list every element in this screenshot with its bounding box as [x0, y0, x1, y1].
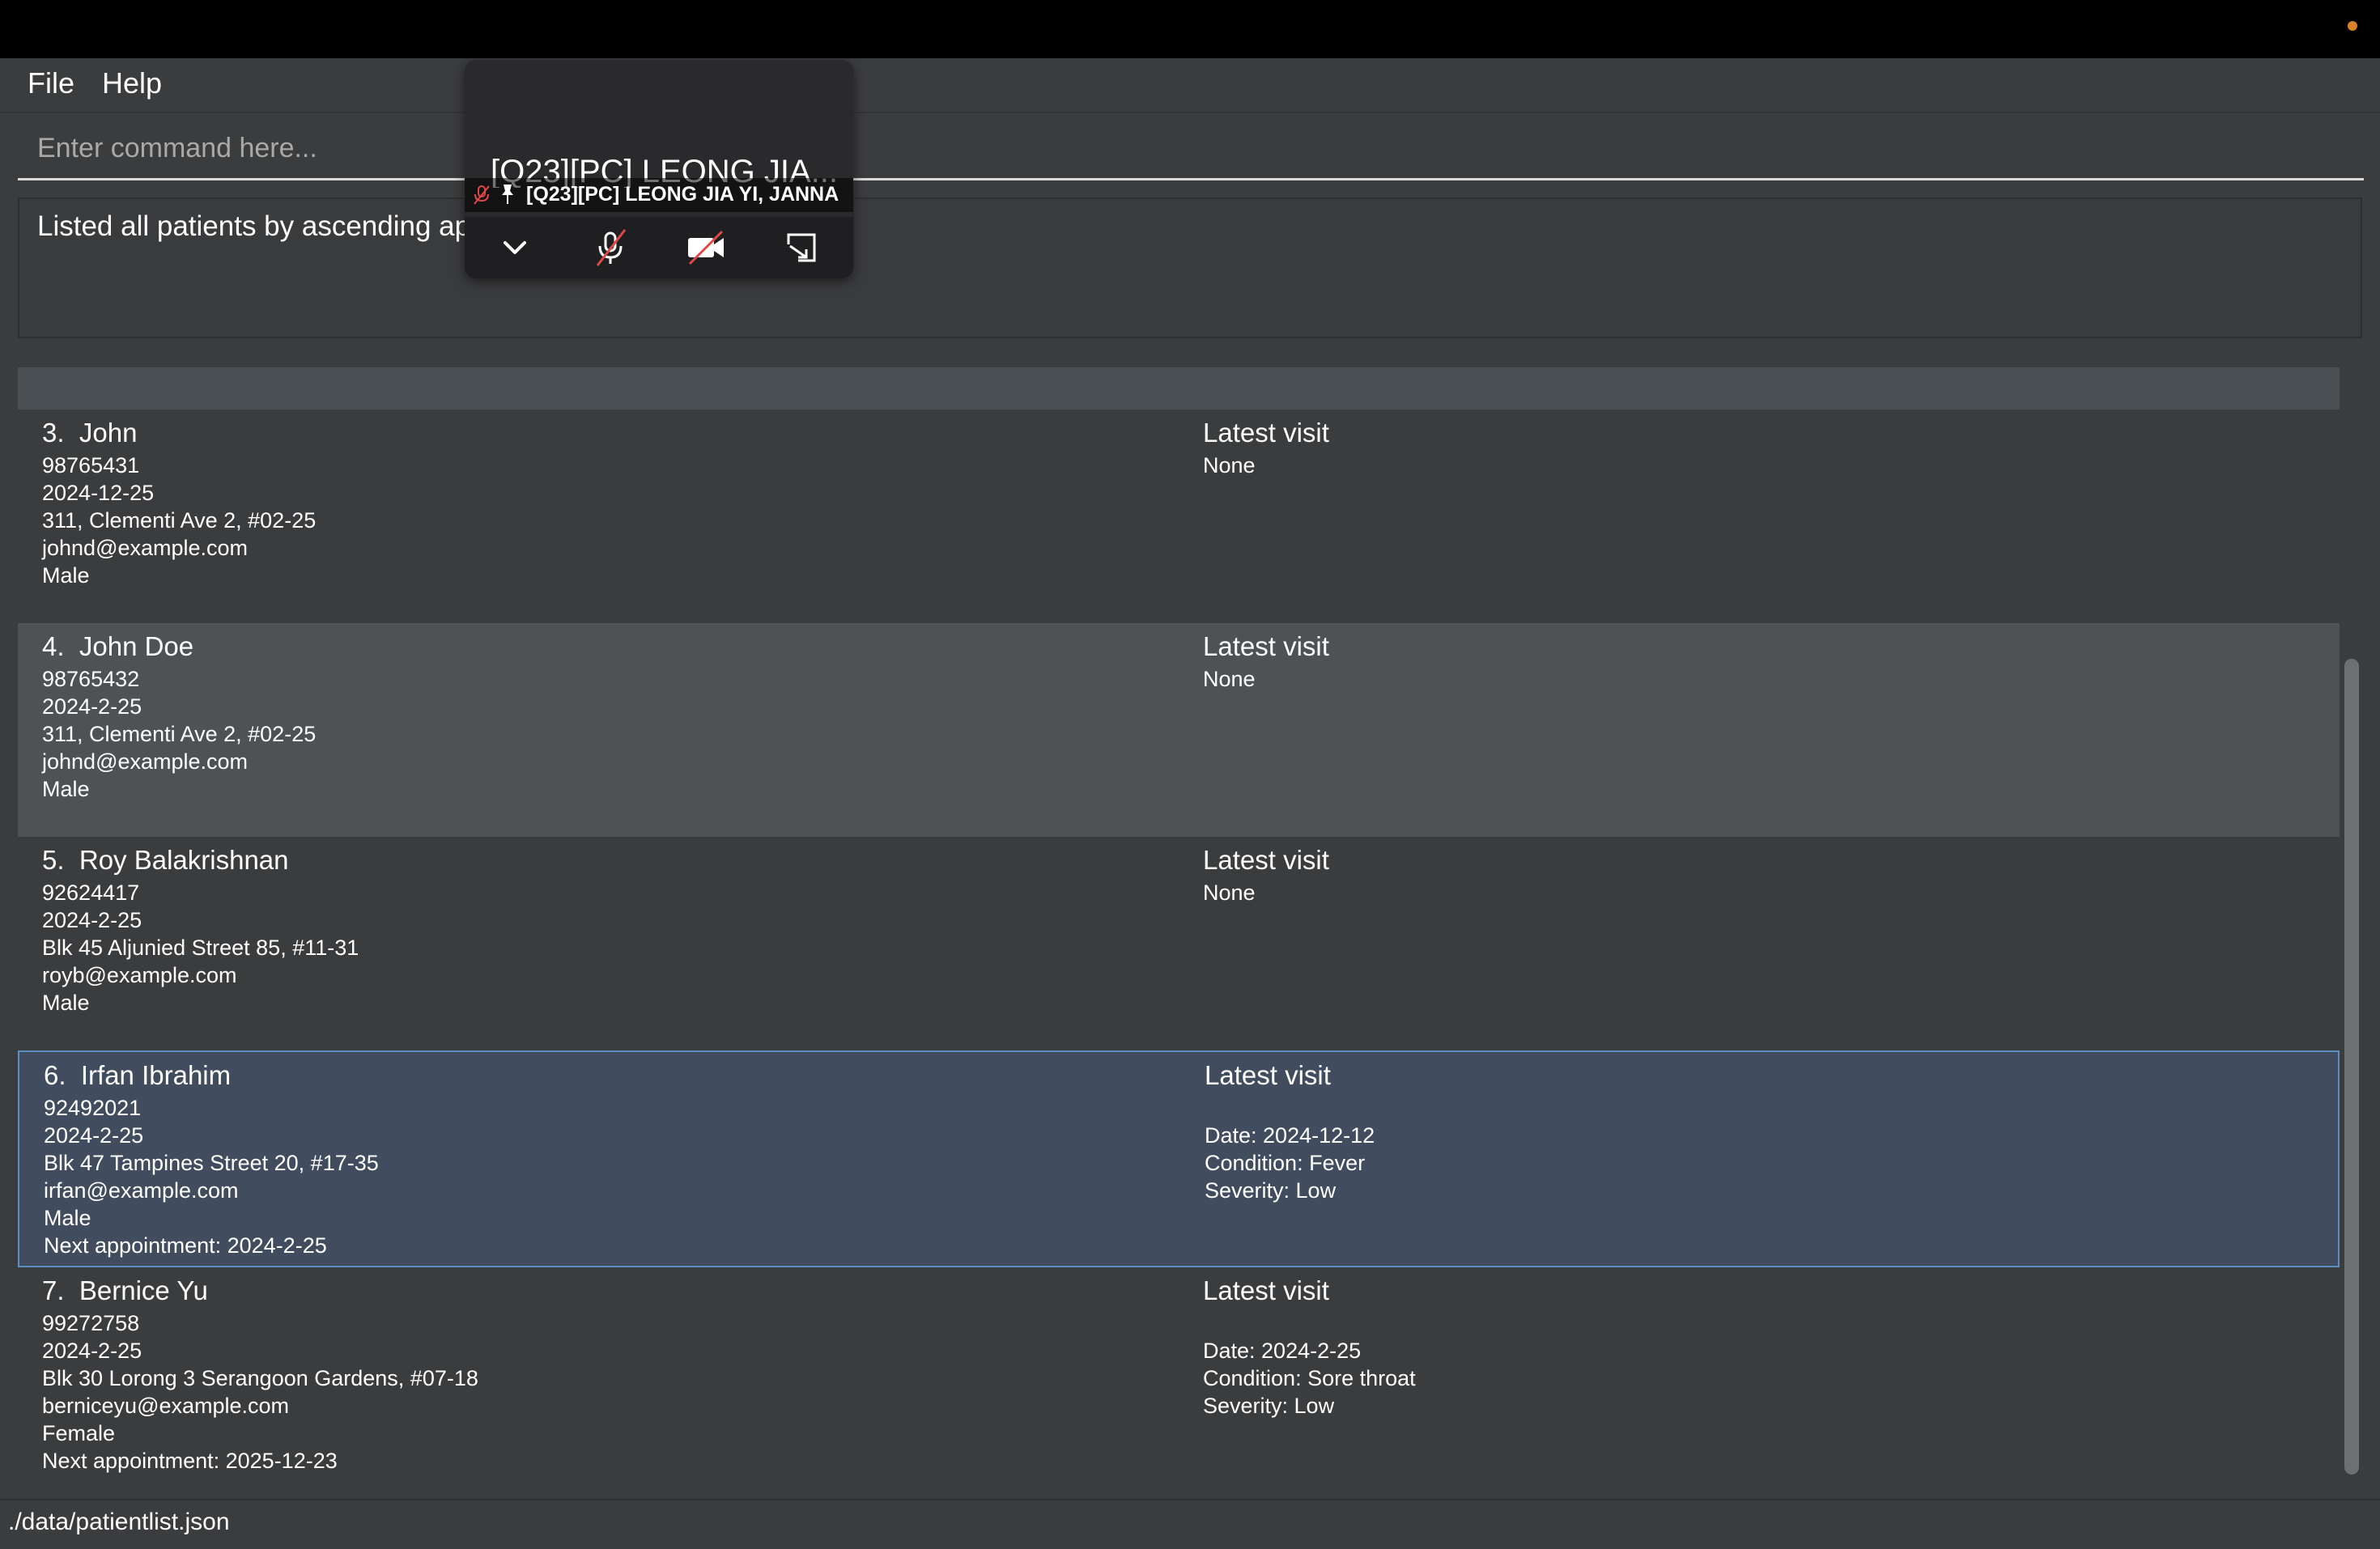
list-scrollbar-thumb[interactable] [2344, 659, 2359, 1475]
patient-name: 7. Bernice Yu [42, 1275, 208, 1305]
latest-visit-value: None [1203, 453, 1256, 477]
patient-gender: Male [44, 1206, 91, 1230]
data-file-path: ./data/patientlist.json [8, 1509, 230, 1535]
latest-visit-title: Latest visit [1203, 1275, 1329, 1305]
patient-email: irfan@example.com [44, 1178, 239, 1203]
visit-condition: Condition: Sore throat [1203, 1366, 1416, 1390]
patient-gender: Female [42, 1421, 116, 1445]
patient-name: 5. Roy Balakrishnan [42, 845, 289, 875]
visit-severity: Severity: Low [1203, 1394, 1335, 1418]
patient-date: 2024-2-25 [42, 694, 142, 719]
patient-phone: 92492021 [44, 1096, 142, 1120]
command-box [18, 121, 2364, 180]
status-dot [2348, 21, 2357, 31]
patient-name: 6. Irfan Ibrahim [44, 1060, 232, 1090]
system-top-bar [0, 0, 2380, 58]
chevron-down-icon[interactable] [494, 227, 536, 269]
patient-gender: Male [42, 991, 90, 1015]
patient-name: 3. John [42, 418, 138, 448]
patient-address: Blk 47 Tampines Street 20, #17-35 [44, 1151, 379, 1175]
latest-visit-title: Latest visit [1203, 845, 1329, 875]
patient-card[interactable]: 5. Roy Balakrishnan 92624417 2024-2-25 B… [18, 837, 2340, 1050]
result-text: Listed all patients by ascending appo [37, 210, 503, 242]
call-controls [465, 217, 853, 278]
menu-help[interactable]: Help [102, 66, 162, 100]
patient-phone: 92624417 [42, 881, 140, 905]
menu-file[interactable]: File [28, 66, 74, 100]
patient-gender: Male [42, 563, 90, 588]
participant-bar: [Q23][PC] LEONG JIA YI, JANNA [465, 178, 853, 212]
patient-email: johnd@example.com [42, 749, 249, 774]
pin-icon [499, 183, 516, 210]
patient-phone: 98765432 [42, 667, 140, 691]
latest-visit-value: None [1203, 881, 1256, 905]
patient-appointment: Next appointment: 2025-12-23 [42, 1449, 338, 1473]
patient-name: 4. John Doe [42, 631, 194, 661]
mic-off-icon[interactable] [589, 227, 631, 269]
visit-condition: Condition: Fever [1205, 1151, 1366, 1175]
visit-date: Date: 2024-12-12 [1205, 1123, 1375, 1148]
patient-phone: 98765431 [42, 453, 140, 477]
menu-bar: File Help [0, 58, 2380, 113]
patient-card[interactable]: 7. Bernice Yu 99272758 2024-2-25 Blk 30 … [18, 1267, 2340, 1481]
expand-icon[interactable] [780, 227, 822, 269]
patient-address: 311, Clementi Ave 2, #02-25 [42, 508, 317, 533]
command-input[interactable] [18, 121, 2364, 175]
patient-phone: 99272758 [42, 1311, 140, 1335]
patient-email: johnd@example.com [42, 536, 249, 560]
patient-appointment: Next appointment: 2024-2-25 [44, 1233, 327, 1258]
patient-address: 311, Clementi Ave 2, #02-25 [42, 722, 317, 746]
patient-list: 3. John 98765431 2024-12-25 311, Clement… [18, 367, 2340, 1481]
latest-visit-title: Latest visit [1203, 631, 1329, 661]
patient-address: Blk 45 Aljunied Street 85, #11-31 [42, 936, 359, 960]
patient-date: 2024-2-25 [42, 908, 142, 932]
video-call-mini-window[interactable]: [Q23][PC] LEONG JIA... [Q23][PC] LEONG J… [465, 60, 853, 278]
patient-card[interactable]: 3. John 98765431 2024-12-25 311, Clement… [18, 410, 2340, 623]
patient-email: berniceyu@example.com [42, 1394, 290, 1418]
patient-date: 2024-2-25 [44, 1123, 144, 1148]
patient-card-selected[interactable]: 6. Irfan Ibrahim 92492021 2024-2-25 Blk … [18, 1050, 2340, 1267]
patient-email: royb@example.com [42, 963, 237, 987]
participant-name: [Q23][PC] LEONG JIA YI, JANNA [526, 183, 839, 206]
mic-off-icon [473, 185, 491, 210]
visit-date: Date: 2024-2-25 [1203, 1339, 1362, 1363]
latest-visit-title: Latest visit [1205, 1060, 1331, 1090]
latest-visit-title: Latest visit [1203, 418, 1329, 448]
patient-date: 2024-2-25 [42, 1339, 142, 1363]
patient-gender: Male [42, 777, 90, 801]
list-header [18, 367, 2340, 410]
patient-address: Blk 30 Lorong 3 Serangoon Gardens, #07-1… [42, 1366, 478, 1390]
camera-off-icon[interactable] [685, 227, 727, 269]
patient-card[interactable]: 4. John Doe 98765432 2024-2-25 311, Clem… [18, 623, 2340, 837]
result-display: Listed all patients by ascending appo [18, 197, 2362, 338]
latest-visit-value: None [1203, 667, 1256, 691]
visit-severity: Severity: Low [1205, 1178, 1337, 1203]
status-bar: ./data/patientlist.json [0, 1499, 2380, 1549]
patient-date: 2024-12-25 [42, 481, 155, 505]
